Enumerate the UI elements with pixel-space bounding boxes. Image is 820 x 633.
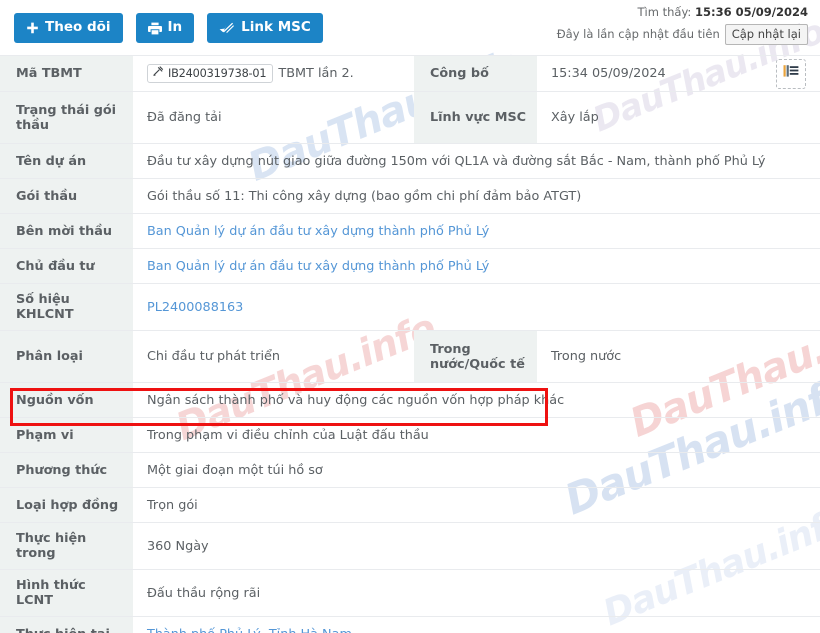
row-label-trang-thai: Trạng thái gói thầu — [0, 91, 133, 144]
list-detail-icon-button[interactable] — [776, 58, 806, 89]
table-row: Phân loại Chi đầu tư phát triển Trong nư… — [0, 330, 820, 383]
table-row: Phương thức Một giai đoạn một túi hồ sơ — [0, 452, 820, 488]
tender-detail-table: Mã TBMT IB2400319738-01 TBMT lần 2. Công… — [0, 55, 820, 633]
chu-dau-tu-link[interactable]: Ban Quản lý dự án đầu tư xây dựng thành … — [147, 259, 489, 274]
row-value-linh-vuc-msc: Xây lắp — [537, 91, 820, 144]
follow-button[interactable]: Theo dõi — [14, 13, 123, 43]
row-value-pham-vi: Trong phạm vi điều chỉnh của Luật đấu th… — [133, 417, 820, 453]
row-value-cong-bo: 15:34 05/09/2024 — [537, 55, 820, 92]
row-label-thuc-hien-tai: Thực hiện tại — [0, 616, 133, 633]
row-value-hinh-thuc-lcnt: Đấu thầu rộng rãi — [133, 569, 820, 617]
table-row: Số hiệu KHLCNT PL2400088163 — [0, 283, 820, 331]
table-row: Gói thầu Gói thầu số 11: Thi công xây dự… — [0, 178, 820, 214]
row-label-chu-dau-tu: Chủ đầu tư — [0, 248, 133, 284]
ben-moi-thau-link[interactable]: Ban Quản lý dự án đầu tư xây dựng thành … — [147, 224, 489, 239]
tbmt-round-text: TBMT lần 2. — [278, 66, 354, 81]
row-label-phan-loai: Phân loại — [0, 330, 133, 383]
khlcnt-link[interactable]: PL2400088163 — [147, 300, 243, 315]
table-row: Bên mời thầu Ban Quản lý dự án đầu tư xâ… — [0, 213, 820, 249]
link-msc-button[interactable]: Link MSC — [207, 13, 323, 43]
tbmt-code-badge[interactable]: IB2400319738-01 — [147, 64, 274, 83]
found-time-line: Tìm thấy: 15:36 05/09/2024 — [557, 4, 808, 21]
table-row: Trạng thái gói thầu Đã đăng tải Lĩnh vực… — [0, 91, 820, 144]
gavel-icon — [153, 66, 164, 80]
tbmt-code-text: IB2400319738-01 — [168, 66, 267, 80]
row-value-ma-tbmt: IB2400319738-01 TBMT lần 2. — [133, 55, 414, 92]
page-root: DauThau.info DauThau.info DauThau.info D… — [0, 0, 820, 633]
row-label-ma-tbmt: Mã TBMT — [0, 55, 133, 92]
row-label-goi-thau: Gói thầu — [0, 178, 133, 214]
follow-button-label: Theo dõi — [45, 19, 111, 36]
row-value-nguon-von: Ngân sách thành phố và huy động các nguồ… — [133, 382, 820, 418]
row-label-phuong-thuc: Phương thức — [0, 452, 133, 488]
row-label-trong-nuoc-quoc-te: Trong nước/Quốc tế — [414, 330, 537, 383]
row-label-so-hieu-khlcnt: Số hiệu KHLCNT — [0, 283, 133, 331]
row-value-chu-dau-tu: Ban Quản lý dự án đầu tư xây dựng thành … — [133, 248, 820, 284]
row-value-loai-hop-dong: Trọn gói — [133, 487, 820, 523]
row-label-loai-hop-dong: Loại hợp đồng — [0, 487, 133, 523]
update-line: Đây là lần cập nhật đầu tiên Cập nhật lạ… — [556, 23, 808, 46]
row-value-trong-nuoc-quoc-te: Trong nước — [537, 330, 820, 383]
row-value-trang-thai: Đã đăng tải — [133, 91, 414, 144]
meta-info: Tìm thấy: 15:36 05/09/2024 Đây là lần cậ… — [556, 4, 808, 46]
table-row: Mã TBMT IB2400319738-01 TBMT lần 2. Công… — [0, 55, 820, 92]
row-label-pham-vi: Phạm vi — [0, 417, 133, 453]
found-time: 15:36 05/09/2024 — [694, 5, 808, 19]
found-label: Tìm thấy: — [637, 5, 692, 19]
thuc-hien-tai-link[interactable]: Thành phố Phủ Lý, Tỉnh Hà Nam — [147, 627, 352, 633]
row-value-ben-moi-thau: Ban Quản lý dự án đầu tư xây dựng thành … — [133, 213, 820, 249]
link-msc-icon — [219, 22, 235, 35]
row-value-phuong-thuc: Một giai đoạn một túi hồ sơ — [133, 452, 820, 488]
row-label-hinh-thuc-lcnt: Hình thức LCNT — [0, 569, 133, 617]
list-detail-icon — [783, 64, 799, 83]
row-label-ben-moi-thau: Bên mời thầu — [0, 213, 133, 249]
row-label-linh-vuc-msc: Lĩnh vực MSC — [414, 91, 537, 144]
table-row: Hình thức LCNT Đấu thầu rộng rãi — [0, 569, 820, 617]
table-row: Chủ đầu tư Ban Quản lý dự án đầu tư xây … — [0, 248, 820, 284]
link-msc-button-label: Link MSC — [241, 19, 311, 36]
row-value-thuc-hien-trong: 360 Ngày — [133, 522, 820, 570]
printer-icon — [147, 22, 162, 35]
print-button[interactable]: In — [135, 13, 195, 43]
table-row: Phạm vi Trong phạm vi điều chỉnh của Luậ… — [0, 417, 820, 453]
refresh-button[interactable]: Cập nhật lại — [724, 23, 808, 46]
row-label-nguon-von: Nguồn vốn — [0, 382, 133, 418]
row-value-ten-du-an: Đầu tư xây dựng nút giao giữa đường 150m… — [133, 143, 820, 179]
print-button-label: In — [167, 19, 183, 36]
row-value-thuc-hien-tai: Thành phố Phủ Lý, Tỉnh Hà Nam — [133, 616, 820, 633]
table-row: Thực hiện tại Thành phố Phủ Lý, Tỉnh Hà … — [0, 616, 820, 633]
table-row: Loại hợp đồng Trọn gói — [0, 487, 820, 523]
row-label-thuc-hien-trong: Thực hiện trong — [0, 522, 133, 570]
plus-icon — [26, 22, 39, 35]
table-row: Tên dự án Đầu tư xây dựng nút giao giữa … — [0, 143, 820, 179]
table-row: Thực hiện trong 360 Ngày — [0, 522, 820, 570]
cong-bo-time: 15:34 05/09/2024 — [551, 66, 666, 81]
action-toolbar: Theo dõi In Link MSC Tìm thấy: 15:36 05/… — [0, 0, 820, 55]
table-row: Nguồn vốn Ngân sách thành phố và huy độn… — [0, 382, 820, 418]
row-value-phan-loai: Chi đầu tư phát triển — [133, 330, 414, 383]
row-label-ten-du-an: Tên dự án — [0, 143, 133, 179]
row-value-so-hieu-khlcnt: PL2400088163 — [133, 283, 820, 331]
row-value-goi-thau: Gói thầu số 11: Thi công xây dựng (bao g… — [133, 178, 820, 214]
row-label-cong-bo: Công bố — [414, 55, 537, 92]
update-note: Đây là lần cập nhật đầu tiên — [556, 27, 720, 42]
